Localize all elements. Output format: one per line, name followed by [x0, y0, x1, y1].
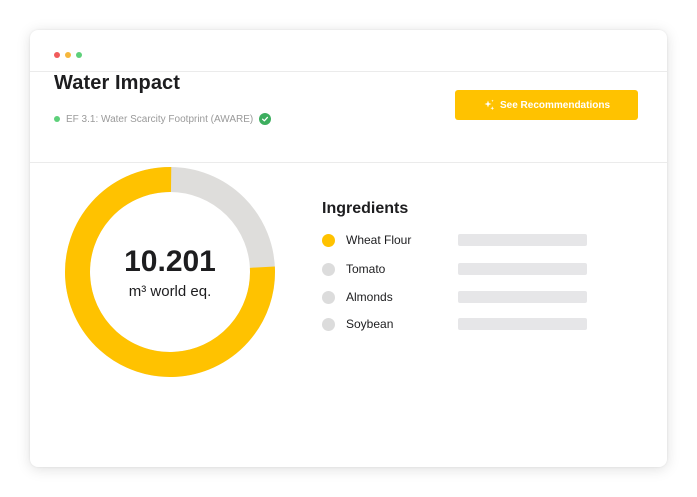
ingredient-dot	[322, 262, 335, 276]
ingredient-row-wheat-flour[interactable]: Wheat Flour	[322, 232, 602, 248]
see-recommendations-button[interactable]: See Recommendations	[455, 90, 638, 120]
ingredient-dot	[322, 317, 335, 331]
ingredient-value-placeholder	[458, 291, 587, 303]
ingredient-row-almonds[interactable]: Almonds	[322, 289, 602, 305]
ingredients-title: Ingredients	[322, 200, 409, 217]
ingredient-label: Wheat Flour	[346, 233, 412, 247]
page-title: Water Impact	[54, 72, 181, 94]
see-recommendations-label: See Recommendations	[499, 99, 611, 111]
method-label: EF 3.1: Water Scarcity Footprint (AWARE)	[66, 113, 254, 125]
ingredient-dot	[322, 290, 335, 304]
ingredient-dot	[322, 233, 335, 247]
maximize-window-dot[interactable]	[76, 52, 82, 58]
ingredient-row-soybean[interactable]: Soybean	[322, 316, 602, 332]
sparkle-icon	[483, 99, 495, 111]
ingredient-value-placeholder	[458, 263, 587, 275]
minimize-window-dot[interactable]	[65, 52, 71, 58]
ingredient-label: Almonds	[346, 290, 393, 304]
method-row: EF 3.1: Water Scarcity Footprint (AWARE)	[54, 112, 272, 126]
window-titlebar	[30, 30, 667, 72]
ingredient-value-placeholder	[458, 318, 587, 330]
ingredient-value-placeholder	[458, 234, 587, 246]
close-window-dot[interactable]	[54, 52, 60, 58]
ingredient-label: Tomato	[346, 262, 386, 276]
total-value: 10.201	[124, 244, 216, 278]
status-dot	[54, 116, 60, 122]
donut-center: 10.201 m³ world eq.	[62, 164, 278, 380]
total-unit: m³ world eq.	[128, 282, 212, 300]
ingredient-label: Soybean	[346, 317, 394, 331]
check-circle-icon	[259, 113, 272, 125]
app-window: Water Impact EF 3.1: Water Scarcity Foot…	[30, 30, 667, 467]
ingredient-row-tomato[interactable]: Tomato	[322, 261, 602, 277]
